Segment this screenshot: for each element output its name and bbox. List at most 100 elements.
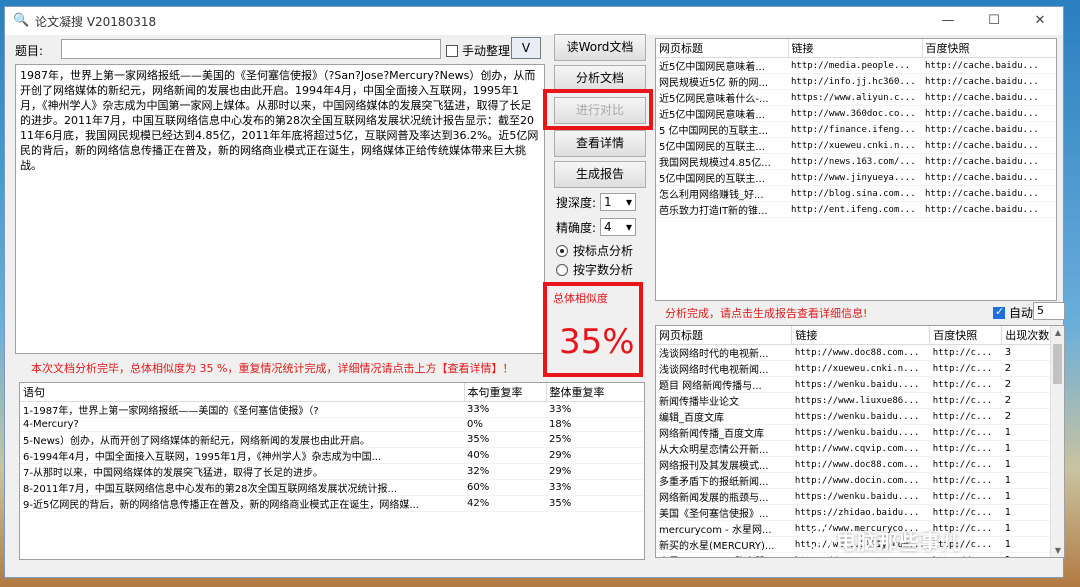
scroll-up-icon[interactable]: ▲ xyxy=(1051,328,1064,337)
chevron-down-icon: ▾ xyxy=(626,195,633,209)
auto-checkbox[interactable]: 自动 xyxy=(993,304,1033,321)
table-row[interactable]: 网络新闻传播_百度文库 https://wenku.baidu.... http:/… xyxy=(656,424,1064,441)
radio-chars[interactable]: 按字数分析 xyxy=(556,261,633,278)
column-header[interactable]: 本句重复率 xyxy=(464,383,547,402)
table-row[interactable]: 我国网民规模过4.85亿... http://news.163.com/... ht… xyxy=(656,153,1056,170)
table-row[interactable]: 近5亿中国网民意味着... http://media.people... http:… xyxy=(656,57,1056,74)
table-cell: https://wenku.baidu.... xyxy=(791,408,930,425)
column-header[interactable]: 网页标题 xyxy=(656,39,789,58)
repeat-results-table: 网页标题 链接 百度快照 出现次数 浅谈网络时代的电视新... http://www.d… xyxy=(655,325,1065,558)
title-bar: 🔍 论文凝搜 V20180318 — ☐ ✕ xyxy=(5,7,1063,35)
title-input[interactable] xyxy=(61,39,441,59)
repeat-table-scrollbar[interactable]: ▲ ▼ xyxy=(1050,326,1064,557)
table-cell: 网络新闻发展的瓶颈与... xyxy=(656,488,792,505)
table-row[interactable]: 新闻传播毕业论文 https://www.liuxue86... http://c.… xyxy=(656,392,1064,409)
table-cell: 从大众明星恋情公开新... xyxy=(656,440,792,457)
table-row[interactable]: 4-Mercury? 0% 18% xyxy=(20,417,644,432)
depth-select[interactable]: 1 ▾ xyxy=(600,193,637,211)
table-row[interactable]: 9-近5亿网民的背后，新的网络信息传播正在普及，新的网络商业模式正在诞生，网络媒… xyxy=(20,495,644,512)
precision-combo[interactable]: 精确度: 4 ▾ xyxy=(556,218,637,236)
read-word-button[interactable]: 读Word文档 xyxy=(554,34,646,61)
table-cell: 芭乐致力打造IT新的锥... xyxy=(656,201,788,218)
table-row[interactable]: 7-从那时以来，中国网络媒体的发展突飞猛进，取得了长足的进步。 32% 29% xyxy=(20,463,644,480)
radio-punct-dot[interactable] xyxy=(556,244,568,257)
precision-select[interactable]: 4 ▾ xyxy=(600,218,637,236)
report-button[interactable]: 生成报告 xyxy=(554,161,646,188)
table-row[interactable]: 近5亿网民意味着什么-... https://www.aliyun.c... htt… xyxy=(656,89,1056,106)
table-cell: 5-News）创办，从而开创了网络媒体的新纪元，网络新闻的发展也由此开启。 xyxy=(20,431,464,448)
depth-label: 搜深度: xyxy=(556,195,597,210)
table-row[interactable]: 多重矛盾下的报纸新闻... http://www.docin.com... http… xyxy=(656,472,1064,489)
maximize-button[interactable]: ☐ xyxy=(971,7,1017,35)
table-cell: http://c... xyxy=(929,440,1002,457)
manual-checkbox[interactable]: 手动整理 xyxy=(446,42,510,59)
table-row[interactable]: 浅谈网络时代电视新闻... http://xueweu.cnki.n... http… xyxy=(656,360,1064,377)
close-button[interactable]: ✕ xyxy=(1017,7,1063,35)
table-cell: http://c... xyxy=(929,360,1002,377)
table-cell: https://www.liuxue86... xyxy=(791,392,930,409)
table-cell: mercurycom - 水星网... xyxy=(656,520,792,537)
table-row[interactable]: 网民规模近5亿 新的网... http://info.jj.hc360... htt… xyxy=(656,73,1056,90)
radio-chars-dot[interactable] xyxy=(556,263,568,276)
auto-count-input[interactable]: 5 xyxy=(1033,302,1065,320)
table-row[interactable]: 浅谈网络时代的电视新... http://www.doc88.com... http… xyxy=(656,344,1064,361)
analyze-button[interactable]: 分析文档 xyxy=(554,65,646,92)
table-row[interactable]: 近5亿中国网民意味着... http://www.360doc.co... http… xyxy=(656,105,1056,122)
radio-punct-label: 按标点分析 xyxy=(573,244,634,258)
analysis-summary-message: 本次文档分析完毕，总体相似度为 35 %，重复情况统计完成，详细情况请点击上方【… xyxy=(31,362,514,375)
scrollbar-thumb[interactable] xyxy=(1053,344,1062,384)
table-cell: 1-1987年，世界上第一家网络报纸——美国的《圣何塞信使报》（? xyxy=(20,401,464,418)
table-cell: http://www.doc88.com... xyxy=(791,456,930,473)
radio-punct[interactable]: 按标点分析 xyxy=(556,242,633,259)
similarity-value: 35% xyxy=(559,322,635,362)
table-cell: 编辑_百度文库 xyxy=(656,408,792,425)
sentence-table: 语句 本句重复率 整体重复率 1-1987年，世界上第一家网络报纸——美国的《圣何塞… xyxy=(19,382,645,560)
radio-chars-label: 按字数分析 xyxy=(573,263,634,277)
column-header[interactable]: 百度快照 xyxy=(929,326,1003,345)
table-row[interactable]: 1-1987年，世界上第一家网络报纸——美国的《圣何塞信使报》（? 33% 33% xyxy=(20,401,644,418)
table-row[interactable]: 5 亿中国网民的互联主... http://finance.ifeng... htt… xyxy=(656,121,1056,138)
column-header[interactable]: 整体重复率 xyxy=(546,383,644,402)
table-cell: http://cache.baidu... xyxy=(922,137,1056,154)
table-row[interactable]: 从大众明星恋情公开新... http://www.cqvip.com... http… xyxy=(656,440,1064,457)
table-row[interactable]: 网络新闻发展的瓶颈与... https://wenku.baidu.... http… xyxy=(656,488,1064,505)
document-text-area[interactable]: 1987年，世界上第一家网络报纸——美国的《圣何塞信使报》（?San?Jose?… xyxy=(15,64,545,354)
compare-highlight-box xyxy=(543,89,653,130)
table-row[interactable]: 网络报刊及其发展模式... http://www.doc88.com... http… xyxy=(656,456,1064,473)
column-header[interactable]: 网页标题 xyxy=(656,326,793,345)
table-row[interactable]: 8-2011年7月，中国互联网络信息中心发布的第28次全国互联网络发展状况统计报… xyxy=(20,479,644,496)
table-cell: http://www.docin.com... xyxy=(791,472,930,489)
table-row[interactable]: 编辑_百度文库 https://wenku.baidu.... http://c..… xyxy=(656,408,1064,425)
auto-checkbox-box[interactable] xyxy=(993,305,1005,319)
table-cell: 美国《圣何塞信使报》... xyxy=(656,504,792,521)
depth-combo[interactable]: 搜深度: 1 ▾ xyxy=(556,193,637,211)
table-cell: 9-近5亿网民的背后，新的网络信息传播正在普及，新的网络商业模式正在诞生，网络媒… xyxy=(20,495,464,512)
window-title: 论文凝搜 V20180318 xyxy=(35,14,157,29)
table-cell: https://wenku.baidu.... xyxy=(791,488,930,505)
table-cell: 近5亿中国网民意味着... xyxy=(656,57,788,74)
table-row[interactable]: 5-News）创办，从而开创了网络媒体的新纪元，网络新闻的发展也由此开启。 35%… xyxy=(20,431,644,448)
minimize-button[interactable]: — xyxy=(925,7,971,35)
scroll-down-icon[interactable]: ▼ xyxy=(1051,546,1064,555)
column-header[interactable]: 百度快照 xyxy=(922,39,1056,58)
table-row[interactable]: 5亿中国网民的互联主... http://www.jinyueya.... http… xyxy=(656,169,1056,186)
table-cell: 近5亿中国网民意味着... xyxy=(656,105,788,122)
column-header[interactable]: 链接 xyxy=(788,39,923,58)
manual-checkbox-label: 手动整理 xyxy=(462,44,511,58)
table-cell: 5亿中国网民的互联主... xyxy=(656,137,788,154)
manual-checkbox-box[interactable] xyxy=(446,44,458,57)
table-cell: http://ent.ifeng.com... xyxy=(788,201,922,218)
table-cell: 6-1994年4月，中国全面接入互联网，1995年1月，《神州学人》杂志成为中国… xyxy=(20,447,464,464)
table-row[interactable]: 题目 网络新闻传播与... https://wenku.baidu.... http… xyxy=(656,376,1064,393)
table-row[interactable]: 芭乐致力打造IT新的锥... http://ent.ifeng.com... htt… xyxy=(656,201,1056,218)
table-row[interactable]: 美国《圣何塞信使报》... https://zhidao.baidu... http… xyxy=(656,504,1064,521)
column-header[interactable]: 链接 xyxy=(791,326,931,345)
table-row[interactable]: 5亿中国网民的互联主... http://xueweu.cnki.n... http… xyxy=(656,137,1056,154)
details-button[interactable]: 查看详情 xyxy=(554,130,646,157)
table-row[interactable]: 6-1994年4月，中国全面接入互联网，1995年1月，《神州学人》杂志成为中国… xyxy=(20,447,644,464)
title-dropdown-button[interactable]: V xyxy=(511,37,541,59)
table-cell: 35% xyxy=(546,495,644,512)
table-cell: http://c... xyxy=(929,408,1002,425)
table-row[interactable]: 怎么利用网络赚钱_好... http://blog.sina.com... http… xyxy=(656,185,1056,202)
column-header[interactable]: 语句 xyxy=(20,383,465,402)
